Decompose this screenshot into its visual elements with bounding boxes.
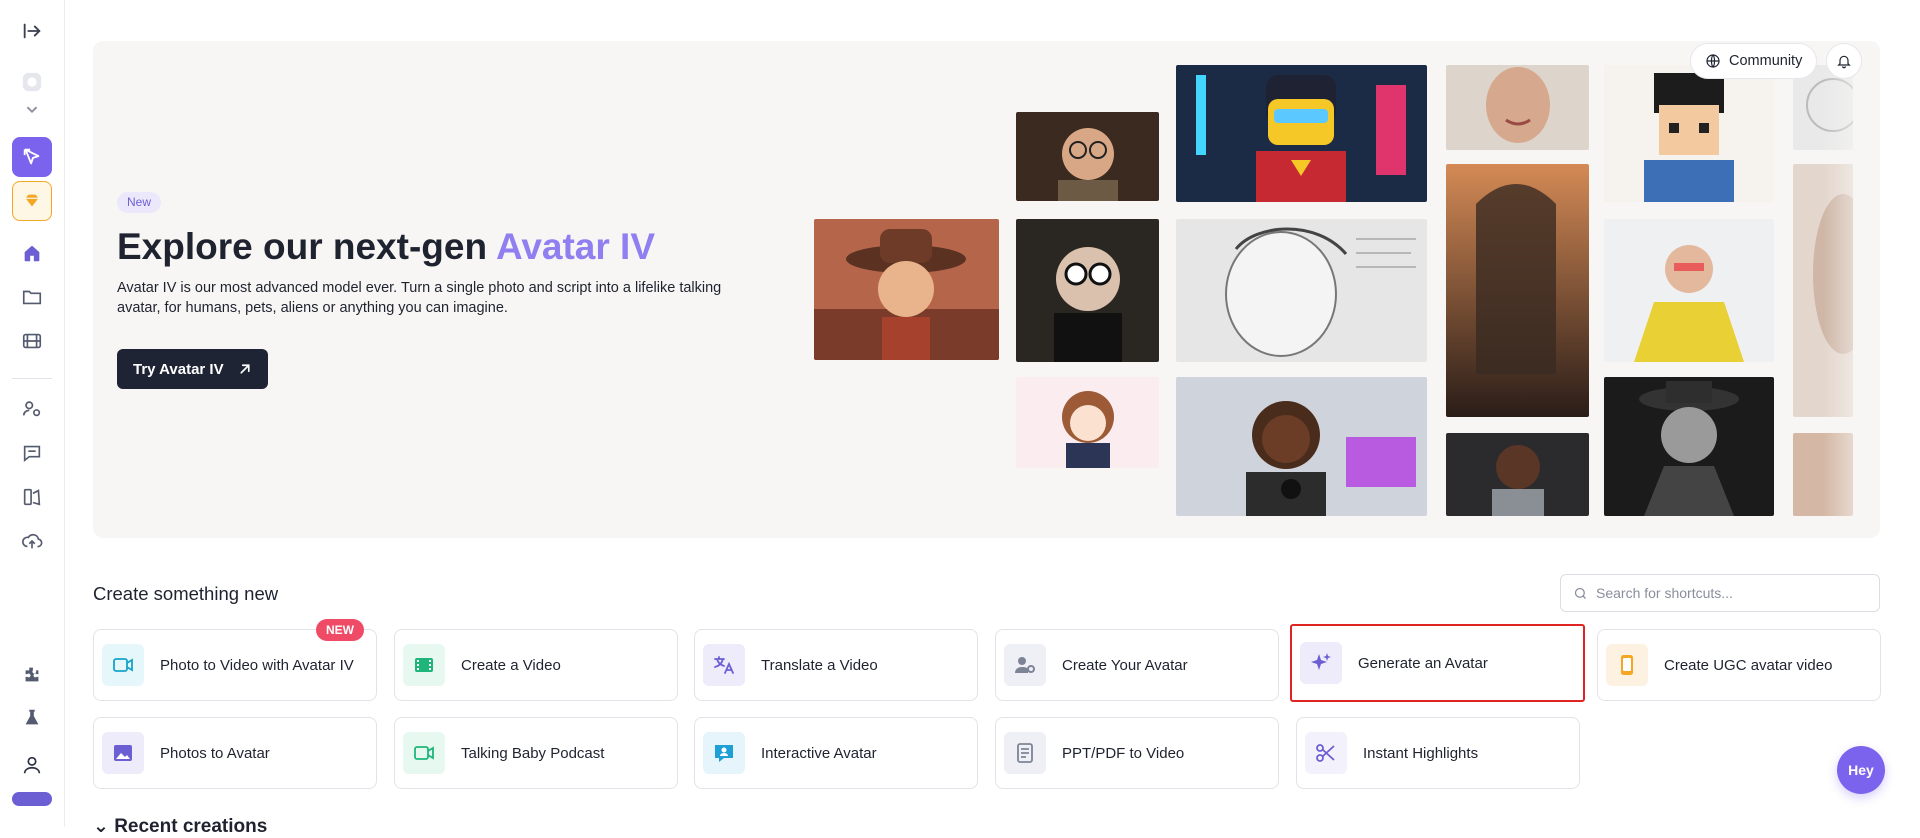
video-camera-icon	[403, 732, 445, 774]
card-ppt-pdf-to-video[interactable]: PPT/PDF to Video	[995, 717, 1279, 789]
card-label: Talking Baby Podcast	[461, 744, 605, 762]
new-badge: New	[117, 192, 162, 213]
gallery-fade	[1823, 41, 1880, 538]
gallery-anime-avatar	[1016, 377, 1159, 468]
hero-title: Explore our next-gen Avatar IV	[117, 226, 655, 268]
try-avatar-iv-button[interactable]: Try Avatar IV	[117, 349, 268, 389]
card-interactive-avatar[interactable]: Interactive Avatar	[694, 717, 978, 789]
card-label: Translate a Video	[761, 656, 878, 674]
community-label: Community	[1729, 53, 1803, 69]
sparkles-icon	[1300, 642, 1342, 684]
globe-icon	[1706, 54, 1720, 68]
card-label: Interactive Avatar	[761, 744, 877, 762]
lab-flask-icon[interactable]	[12, 698, 52, 738]
shortcut-search[interactable]	[1560, 574, 1880, 612]
chat-icon[interactable]	[12, 433, 52, 473]
chat-user-icon	[703, 732, 745, 774]
gallery-lego-avatar	[1176, 65, 1427, 202]
chevron-down-icon[interactable]	[12, 98, 52, 120]
card-label: Instant Highlights	[1363, 744, 1479, 762]
gallery-pixel-avatar	[1604, 65, 1774, 202]
card-photos-to-avatar[interactable]: Photos to Avatar	[93, 717, 377, 789]
chat-bubble-label: Hey	[1848, 762, 1874, 778]
search-input[interactable]	[1596, 585, 1856, 601]
translate-icon	[703, 644, 745, 686]
gallery-sketch-avatar	[1176, 219, 1427, 362]
document-icon	[1004, 732, 1046, 774]
card-photo-to-video[interactable]: Photo to Video with Avatar IV NEW	[93, 619, 377, 701]
image-icon	[102, 732, 144, 774]
video-camera-icon	[102, 644, 144, 686]
notifications-button[interactable]	[1826, 43, 1862, 79]
workspace-avatar[interactable]	[12, 62, 52, 102]
user-settings-icon[interactable]	[12, 389, 52, 429]
card-create-your-avatar[interactable]: Create Your Avatar	[995, 629, 1279, 701]
card-create-video[interactable]: Create a Video	[394, 629, 678, 701]
plan-indicator[interactable]	[12, 792, 52, 806]
hero-description: Avatar IV is our most advanced model eve…	[117, 280, 722, 316]
sidebar-divider	[12, 378, 52, 379]
hero-title-prefix: Explore our next-gen	[117, 226, 496, 267]
templates-icon[interactable]	[12, 477, 52, 517]
card-create-ugc-video[interactable]: Create UGC avatar video	[1597, 629, 1881, 701]
community-button[interactable]: Community	[1690, 43, 1818, 79]
sidebar	[0, 0, 65, 827]
chat-bubble-button[interactable]: Hey	[1837, 746, 1885, 794]
profile-icon[interactable]	[12, 745, 52, 785]
card-label: Photo to Video with Avatar IV	[160, 656, 354, 674]
gallery-professor-avatar	[1016, 112, 1159, 201]
card-label: Generate an Avatar	[1358, 654, 1488, 672]
gallery-woman-singer-avatar	[1446, 433, 1589, 516]
scissors-icon	[1305, 732, 1347, 774]
card-generate-avatar[interactable]: Generate an Avatar	[1290, 624, 1585, 702]
card-label: Photos to Avatar	[160, 744, 270, 762]
bell-icon	[1837, 55, 1851, 69]
new-badge: NEW	[316, 619, 364, 641]
gallery-cowboy-avatar	[814, 219, 999, 360]
folder-icon[interactable]	[12, 277, 52, 317]
hero-title-accent: Avatar IV	[495, 226, 656, 267]
user-settings-icon	[1004, 644, 1046, 686]
expand-sidebar-icon[interactable]	[12, 11, 52, 51]
puzzle-icon[interactable]	[12, 655, 52, 695]
card-talking-baby-podcast[interactable]: Talking Baby Podcast	[394, 717, 678, 789]
gallery-yellow-suit-avatar	[1604, 219, 1774, 362]
card-label: PPT/PDF to Video	[1062, 744, 1185, 762]
gallery-puppet-avatar	[1016, 219, 1159, 362]
arrow-up-right-icon	[240, 364, 250, 374]
card-label: Create UGC avatar video	[1664, 656, 1833, 674]
card-instant-highlights[interactable]: Instant Highlights	[1296, 717, 1580, 789]
create-icon[interactable]	[12, 137, 52, 177]
hero-banner: New Explore our next-gen Avatar IV Avata…	[93, 41, 1880, 538]
gallery-dog-detective-avatar	[1604, 377, 1774, 516]
film-icon[interactable]	[12, 321, 52, 361]
gallery-podcaster-avatar	[1176, 377, 1427, 516]
gallery-silhouette-avatar	[1446, 164, 1589, 417]
home-icon[interactable]	[12, 233, 52, 273]
card-label: Create Your Avatar	[1062, 656, 1188, 674]
phone-icon	[1606, 644, 1648, 686]
create-section-title: Create something new	[93, 583, 279, 604]
search-icon	[1574, 587, 1586, 599]
gallery-woman-portrait	[1446, 65, 1589, 150]
card-translate-video[interactable]: Translate a Video	[694, 629, 978, 701]
card-label: Create a Video	[461, 656, 561, 674]
diamond-upgrade-icon[interactable]	[12, 181, 52, 221]
film-icon	[403, 644, 445, 686]
try-avatar-iv-label: Try Avatar IV	[133, 360, 224, 378]
upload-cloud-icon[interactable]	[12, 521, 52, 561]
